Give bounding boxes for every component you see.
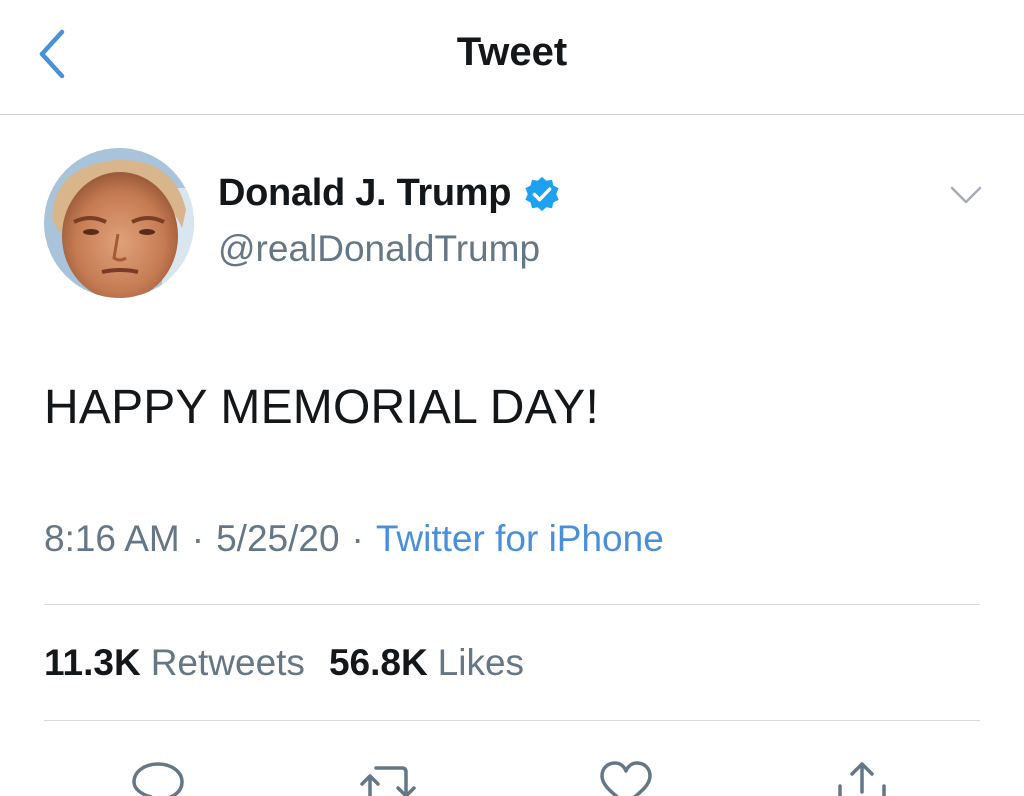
retweets-stat[interactable]: 11.3K Retweets <box>44 642 305 683</box>
meta-separator: · <box>191 518 205 559</box>
meta-separator: · <box>351 518 364 559</box>
likes-label: Likes <box>437 642 525 683</box>
reply-icon <box>132 762 184 796</box>
tweet-meta: 8:16 AM · 5/25/20 · Twitter for iPhone <box>44 518 664 560</box>
reply-button[interactable] <box>128 752 188 796</box>
likes-stat[interactable]: 56.8K Likes <box>329 642 524 683</box>
tweet-time: 8:16 AM <box>44 518 180 559</box>
verified-badge-icon <box>525 176 559 211</box>
tweet-date: 5/25/20 <box>216 518 340 559</box>
top-navigation-bar: Tweet <box>0 0 1024 115</box>
retweets-count: 11.3K <box>44 642 141 683</box>
divider <box>44 720 980 721</box>
author-name-row[interactable]: Donald J. Trump <box>218 172 561 215</box>
avatar[interactable] <box>44 148 194 298</box>
retweet-button[interactable] <box>358 752 418 796</box>
tweet-stats: 11.3K Retweets 56.8K Likes <box>44 642 524 684</box>
author-handle[interactable]: @realDonaldTrump <box>218 228 540 270</box>
chevron-down-icon <box>950 186 982 204</box>
tweet-text: HAPPY MEMORIAL DAY! <box>44 381 600 434</box>
like-button[interactable] <box>596 752 656 796</box>
retweets-label: Retweets <box>150 642 305 683</box>
page-title: Tweet <box>456 30 568 74</box>
tweet-options-button[interactable] <box>946 180 986 210</box>
author-name[interactable]: Donald J. Trump <box>218 172 512 215</box>
like-icon <box>600 761 652 796</box>
retweet-icon <box>360 766 416 796</box>
divider <box>44 604 980 605</box>
share-icon <box>838 762 886 796</box>
likes-count: 56.8K <box>328 642 428 683</box>
tweet-source-link[interactable]: Twitter for iPhone <box>376 518 664 559</box>
share-button[interactable] <box>832 752 892 796</box>
